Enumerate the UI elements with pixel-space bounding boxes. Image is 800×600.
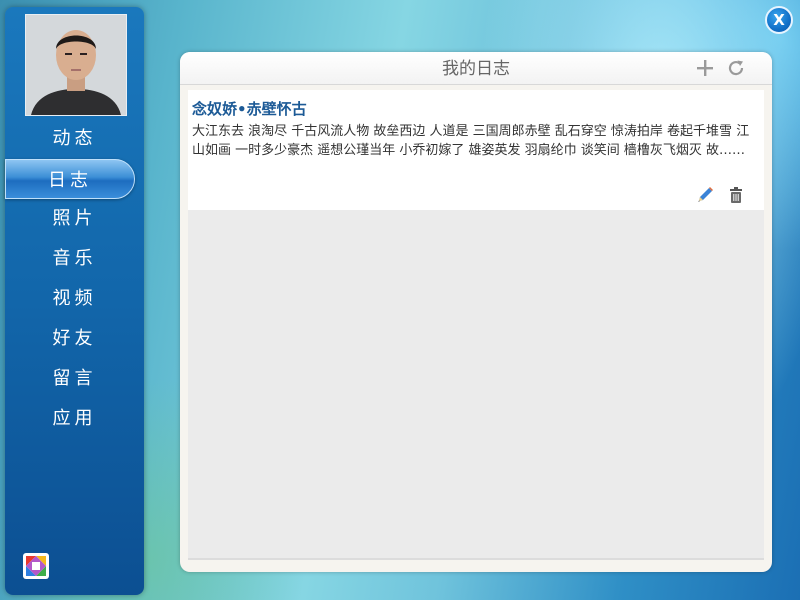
entry-title[interactable]: 念奴娇•赤壁怀古 xyxy=(192,98,307,119)
sidebar-item-feed[interactable]: 动态 xyxy=(5,118,144,156)
sidebar-item-friends[interactable]: 好友 xyxy=(5,318,144,356)
sidebar-item-music[interactable]: 音乐 xyxy=(5,238,144,276)
trash-icon[interactable] xyxy=(727,186,745,204)
sidebar-item-label: 好友 xyxy=(52,328,97,349)
entry-excerpt: 大江东去 浪淘尽 千古风流人物 故垒西边 人道是 三国周郎赤壁 乱石穿空 惊涛拍… xyxy=(192,124,750,158)
sidebar: 动态 日志 照片 音乐 视频 好友 留言 应用 xyxy=(5,7,144,595)
sidebar-item-messages[interactable]: 留言 xyxy=(5,358,144,396)
blog-panel: 我的日志 念奴娇•赤壁怀古 大江东去 浪淘尽 千古风流人物 故垒西边 人道是 三… xyxy=(180,52,772,572)
sidebar-item-label: 留言 xyxy=(52,368,97,389)
page-title: 我的日志 xyxy=(442,59,510,79)
sidebar-item-apps[interactable]: 应用 xyxy=(5,398,144,436)
add-icon[interactable] xyxy=(695,58,715,78)
sidebar-item-label: 视频 xyxy=(52,288,97,309)
desktop-background: 动态 日志 照片 音乐 视频 好友 留言 应用 X 我的日志 念奴娇•赤壁怀古 … xyxy=(0,0,800,600)
avatar[interactable] xyxy=(25,14,127,116)
close-button[interactable]: X xyxy=(765,6,793,34)
sidebar-item-blog[interactable]: 日志 xyxy=(5,159,135,199)
sidebar-item-label: 日志 xyxy=(48,170,92,191)
blog-list: 念奴娇•赤壁怀古 大江东去 浪淘尽 千古风流人物 故垒西边 人道是 三国周郎赤壁… xyxy=(188,90,764,558)
close-icon: X xyxy=(773,11,785,29)
sidebar-item-label: 应用 xyxy=(52,408,97,429)
panel-header: 我的日志 xyxy=(180,52,772,85)
picasa-app-icon[interactable] xyxy=(22,552,50,580)
sidebar-item-videos[interactable]: 视频 xyxy=(5,278,144,316)
list-item[interactable]: 念奴娇•赤壁怀古 大江东去 浪淘尽 千古风流人物 故垒西边 人道是 三国周郎赤壁… xyxy=(188,90,764,210)
sidebar-item-photos[interactable]: 照片 xyxy=(5,198,144,236)
edit-icon[interactable] xyxy=(696,186,714,204)
panel-bottom-divider xyxy=(188,558,764,560)
refresh-icon[interactable] xyxy=(726,58,746,78)
sidebar-item-label: 照片 xyxy=(52,208,97,229)
sidebar-item-label: 动态 xyxy=(52,128,97,149)
sidebar-item-label: 音乐 xyxy=(52,248,97,269)
